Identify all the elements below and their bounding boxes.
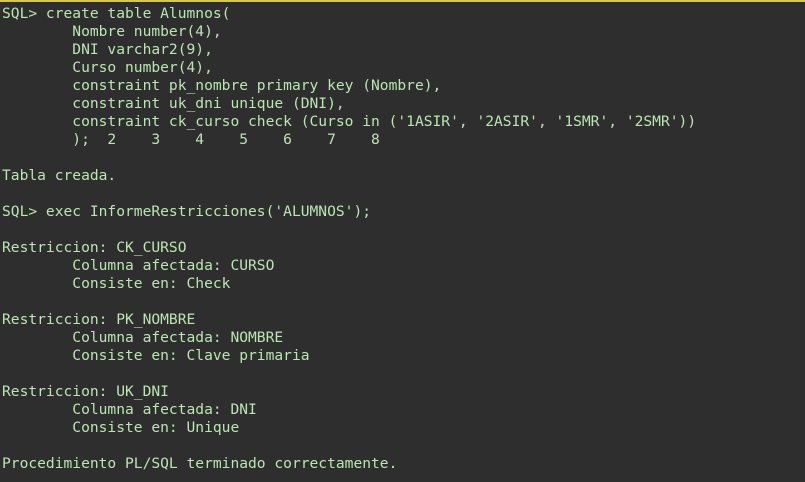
restriction-pk-nombre-type: Consiste en: Clave primaria [2,347,310,364]
restriction-pk-nombre-column: Columna afectada: NOMBRE [2,329,284,346]
sql-prompt-exec: SQL> exec InformeRestricciones('ALUMNOS'… [2,203,372,220]
procedure-completed-message: Procedimiento PL/SQL terminado correctam… [2,455,398,472]
statement-end-line-numbers: ); 2 3 4 5 6 7 8 [2,131,380,148]
restriction-ck-curso-type: Consiste en: Check [2,275,231,292]
constraint-pk-nombre: constraint pk_nombre primary key (Nombre… [2,77,442,94]
terminal-window[interactable]: SQL> create table Alumnos( Nombre number… [0,0,805,482]
restriction-ck-curso-column: Columna afectada: CURSO [2,257,275,274]
table-created-message: Tabla creada. [2,167,117,184]
restriction-pk-nombre: Restriccion: PK_NOMBRE [2,311,196,328]
column-def-dni: DNI varchar2(9), [2,41,213,58]
sql-prompt-create-table: SQL> create table Alumnos( [2,5,231,22]
constraint-uk-dni: constraint uk_dni unique (DNI), [2,95,345,112]
terminal-output: SQL> create table Alumnos( Nombre number… [2,5,696,473]
restriction-ck-curso: Restriccion: CK_CURSO [2,239,187,256]
column-def-curso: Curso number(4), [2,59,213,76]
restriction-uk-dni-type: Consiste en: Unique [2,419,240,436]
restriction-uk-dni: Restriccion: UK_DNI [2,383,169,400]
constraint-ck-curso: constraint ck_curso check (Curso in ('1A… [2,113,697,130]
restriction-uk-dni-column: Columna afectada: DNI [2,401,257,418]
column-def-nombre: Nombre number(4), [2,23,222,40]
